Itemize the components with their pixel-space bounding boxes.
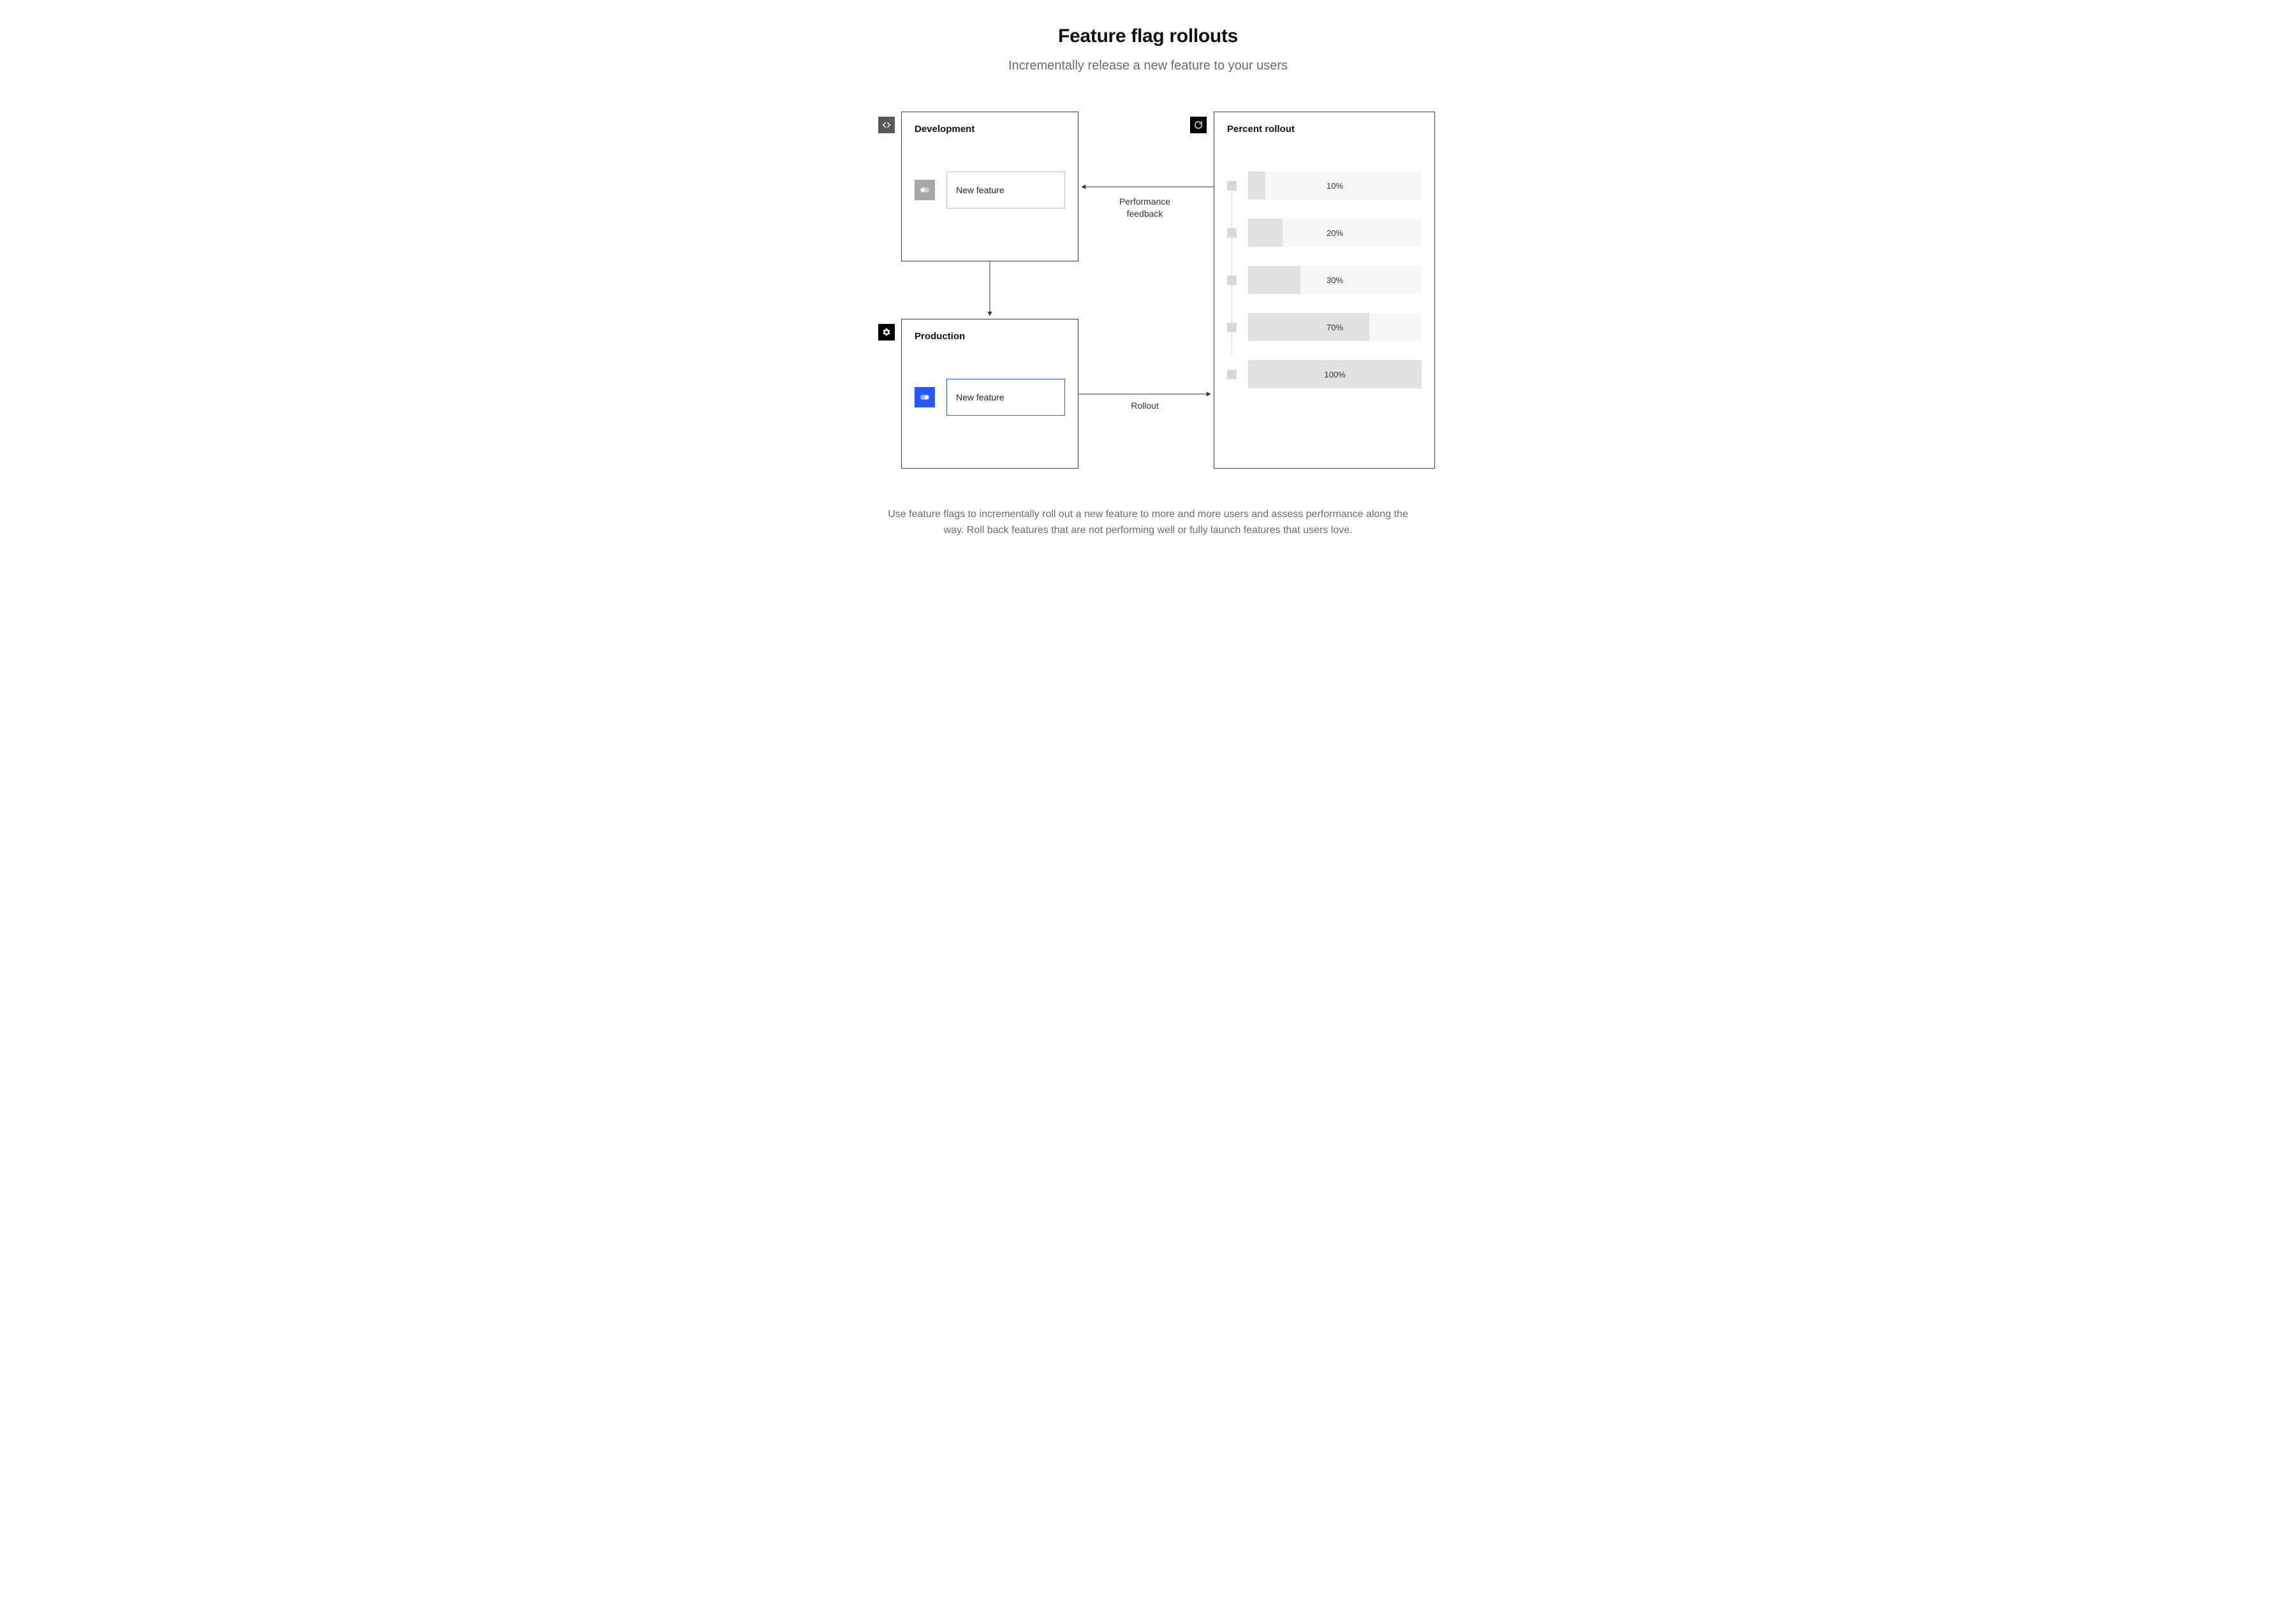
rollout-step-label: 20% [1248,219,1422,247]
footer-description: Use feature flags to incrementally roll … [883,507,1413,539]
production-heading: Production [915,331,1065,342]
rollout-step-marker [1227,181,1237,191]
rollout-arrow-label: Rollout [1091,400,1199,412]
toggle-off-icon [915,180,935,200]
rollout-step: 20% [1227,219,1422,247]
gear-icon [878,324,895,340]
development-feature-chip: New feature [946,172,1065,209]
development-heading: Development [915,124,1065,135]
rollout-step-bar: 30% [1248,266,1422,294]
rollout-step: 30% [1227,266,1422,294]
rollout-diagram: Development New feature Production New f… [861,112,1435,469]
page-title: Feature flag rollouts [778,26,1518,47]
toggle-on-icon [915,387,935,407]
percent-rollout-panel: Percent rollout 10% 20% 30% 70% 100% [1214,112,1435,469]
refresh-icon [1190,117,1207,133]
rollout-step-label: 10% [1248,172,1422,200]
rollout-step-label: 100% [1248,360,1422,388]
rollout-step-marker [1227,275,1237,285]
page-subtitle: Incrementally release a new feature to y… [778,59,1518,73]
rollout-step-bar: 20% [1248,219,1422,247]
rollout-step-bar: 100% [1248,360,1422,388]
rollout-step: 70% [1227,313,1422,341]
rollout-step: 10% [1227,172,1422,200]
rollout-step-marker [1227,370,1237,379]
rollout-step-bar: 10% [1248,172,1422,200]
rollout-step-marker [1227,228,1237,238]
production-panel: Production New feature [901,319,1078,469]
feedback-arrow-label: Performancefeedback [1091,196,1199,220]
code-icon [878,117,895,133]
production-feature-chip: New feature [946,379,1065,416]
percent-rollout-heading: Percent rollout [1227,124,1422,135]
rollout-step-bar: 70% [1248,313,1422,341]
rollout-step-label: 70% [1248,313,1422,341]
rollout-step-marker [1227,323,1237,332]
rollout-step-label: 30% [1248,266,1422,294]
rollout-step: 100% [1227,360,1422,388]
development-panel: Development New feature [901,112,1078,261]
